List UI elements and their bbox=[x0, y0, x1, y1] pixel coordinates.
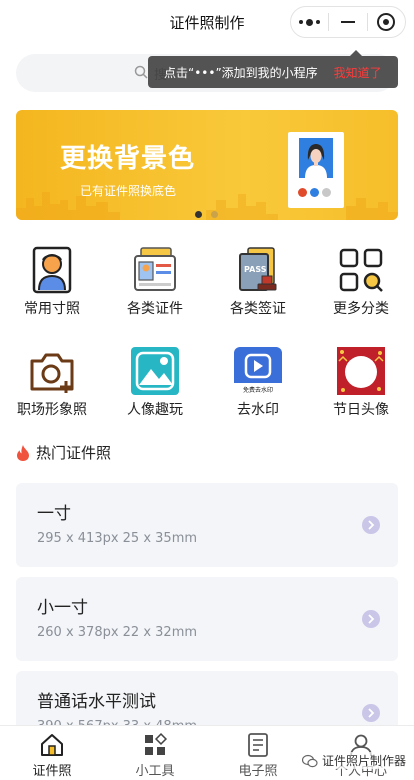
category-portrait-fun[interactable]: 人像趣玩 bbox=[105, 347, 205, 419]
close-button[interactable] bbox=[368, 7, 405, 37]
more-dots-icon bbox=[299, 18, 321, 26]
tab-id-photo[interactable]: 证件照 bbox=[2, 732, 102, 779]
document-icon bbox=[248, 733, 268, 757]
section-title: 热门证件照 bbox=[36, 444, 112, 462]
category-id-cards[interactable]: 各类证件 bbox=[105, 246, 205, 318]
category-label: 各类证件 bbox=[127, 301, 183, 317]
carousel-dot[interactable] bbox=[211, 211, 218, 218]
category-remove-watermark[interactable]: 免费去水印 去水印 bbox=[208, 347, 308, 419]
home-icon bbox=[41, 734, 63, 756]
category-label: 人像趣玩 bbox=[127, 402, 183, 418]
search-icon bbox=[134, 65, 148, 79]
add-to-my-mini-program-tooltip: 点击“•••”添加到我的小程序 我知道了 bbox=[148, 50, 398, 88]
grid-search-icon bbox=[339, 248, 383, 292]
tab-label: 小工具 bbox=[135, 764, 175, 779]
color-swatches bbox=[298, 188, 331, 197]
nav-bar: 证件照制作 bbox=[0, 0, 414, 44]
portrait-photo-icon bbox=[299, 138, 333, 178]
category-festival-avatar[interactable]: 节日头像 bbox=[311, 347, 411, 419]
banner-title: 更换背景色 bbox=[60, 144, 196, 174]
play-video-icon: 免费去水印 bbox=[234, 347, 282, 395]
chevron-right-icon bbox=[362, 610, 380, 628]
id-card-icon bbox=[134, 247, 176, 291]
portrait-icon bbox=[32, 246, 72, 294]
fire-icon bbox=[17, 444, 29, 461]
section-header-hot: 热门证件照 bbox=[16, 442, 111, 463]
category-more[interactable]: 更多分类 bbox=[311, 246, 411, 318]
watermark-text: 证件照片制作器 bbox=[321, 754, 406, 768]
size-card-title: 普通话水平测试 bbox=[37, 692, 156, 712]
minimize-button[interactable] bbox=[329, 7, 366, 37]
category-label: 各类签证 bbox=[230, 301, 286, 317]
page: 证件照制作 搜 点击“•••”添加到我的小程序 我知道了 bbox=[0, 0, 414, 780]
category-visas[interactable]: PASS 各类签证 bbox=[208, 246, 308, 318]
tooltip-dismiss-button[interactable]: 我知道了 bbox=[334, 64, 382, 81]
gray-swatch bbox=[322, 188, 331, 197]
size-card[interactable]: 一寸 295 x 413px 25 x 35mm bbox=[16, 483, 398, 567]
camera-plus-icon bbox=[30, 353, 74, 393]
tab-tools[interactable]: 小工具 bbox=[105, 732, 205, 779]
svg-text:PASS: PASS bbox=[244, 265, 267, 274]
tools-icon bbox=[145, 732, 168, 755]
chevron-right-icon bbox=[362, 704, 380, 722]
category-label: 去水印 bbox=[237, 402, 279, 418]
size-card-title: 小一寸 bbox=[37, 598, 88, 618]
size-card-spec: 295 x 413px 25 x 35mm bbox=[37, 531, 198, 546]
category-label: 更多分类 bbox=[333, 301, 389, 317]
blue-swatch bbox=[310, 188, 319, 197]
red-swatch bbox=[298, 188, 307, 197]
size-card[interactable]: 小一寸 260 x 378px 22 x 32mm bbox=[16, 577, 398, 661]
banner-carousel[interactable]: 更换背景色 已有证件照换底色 bbox=[16, 110, 398, 220]
mini-program-capsule bbox=[290, 6, 406, 38]
landscape-icon bbox=[131, 347, 179, 395]
category-professional-photo[interactable]: 职场形象照 bbox=[2, 347, 102, 419]
size-card-spec: 260 x 378px 22 x 32mm bbox=[37, 625, 198, 640]
tab-e-photo[interactable]: 电子照 bbox=[208, 732, 308, 779]
category-common-sizes[interactable]: 常用寸照 bbox=[2, 246, 102, 318]
close-target-icon bbox=[377, 13, 396, 31]
size-card-title: 一寸 bbox=[37, 504, 71, 524]
category-label: 节日头像 bbox=[333, 402, 389, 418]
passport-icon: PASS bbox=[239, 247, 277, 291]
banner-subtitle: 已有证件照换底色 bbox=[80, 184, 177, 198]
carousel-dot-active[interactable] bbox=[195, 211, 202, 218]
festival-frame-icon bbox=[337, 347, 385, 395]
chevron-right-icon bbox=[362, 516, 380, 534]
tab-label: 证件照 bbox=[32, 764, 72, 779]
watermark: 证件照片制作器 bbox=[301, 752, 406, 769]
more-button[interactable] bbox=[291, 7, 328, 37]
minus-icon bbox=[340, 21, 355, 23]
wechat-icon bbox=[301, 754, 318, 767]
category-label: 职场形象照 bbox=[17, 402, 87, 418]
tooltip-text: 点击“•••”添加到我的小程序 bbox=[164, 65, 318, 80]
category-label: 常用寸照 bbox=[24, 301, 80, 317]
tab-label: 电子照 bbox=[238, 764, 278, 779]
watermark-badge: 免费去水印 bbox=[243, 386, 273, 394]
id-photo-preview bbox=[288, 132, 344, 208]
